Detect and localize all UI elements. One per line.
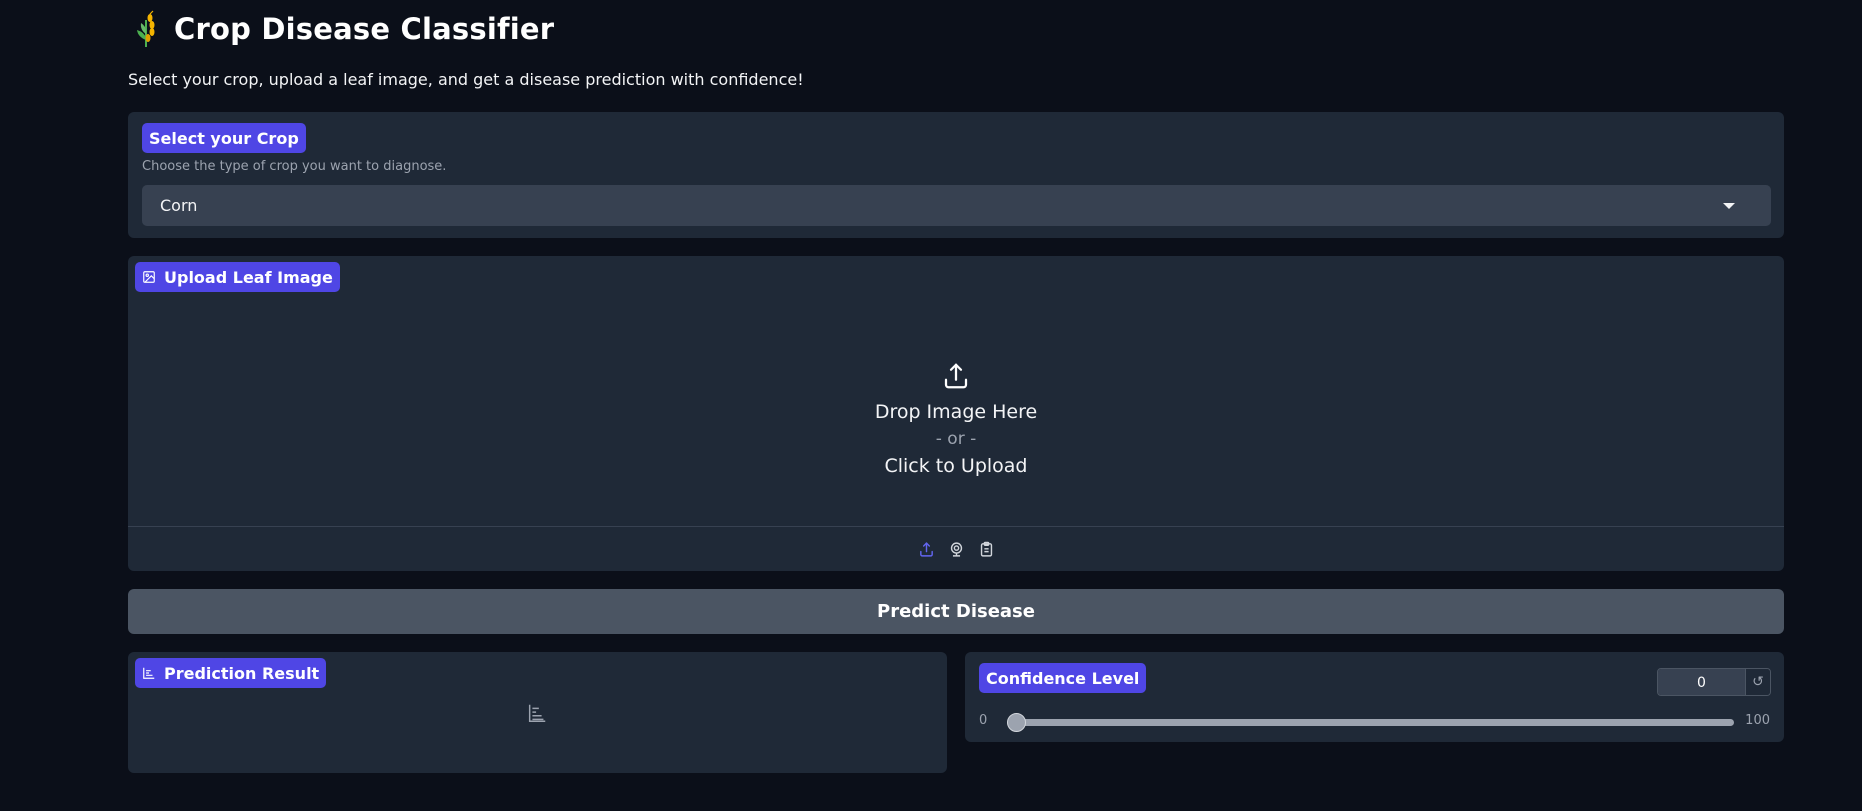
result-placeholder: [526, 702, 548, 728]
wheat-icon: [137, 10, 155, 47]
crop-select-label: Select your Crop: [142, 123, 306, 153]
prediction-result-label-text: Prediction Result: [164, 663, 320, 683]
header: Crop Disease Classifier: [132, 10, 554, 48]
confidence-level-label: Confidence Level: [979, 663, 1147, 693]
drop-image-text: Drop Image Here: [874, 400, 1038, 423]
slider-max-label: 100: [1745, 713, 1770, 728]
app-page: Crop Disease Classifier Select your crop…: [0, 0, 1862, 811]
upload-icon: [944, 363, 968, 388]
prediction-result-panel: Prediction Result: [128, 652, 947, 773]
upload-source-toolbar: [128, 526, 1784, 571]
page-title: Crop Disease Classifier: [174, 12, 555, 46]
drop-or-text: - or -: [935, 428, 977, 449]
image-icon: [143, 271, 155, 283]
image-upload-panel: Drop Image Here - or - Click to Upload U…: [128, 256, 1784, 571]
confidence-level-panel: Confidence Level ↺ 0 100: [965, 652, 1784, 742]
predict-disease-button[interactable]: Predict Disease: [128, 589, 1784, 634]
crop-select-info: Choose the type of crop you want to diag…: [142, 159, 447, 174]
confidence-number-input[interactable]: [1658, 669, 1745, 695]
upload-source-button[interactable]: [917, 541, 935, 559]
confidence-number-box: ↺: [1657, 668, 1771, 696]
crop-select-panel: Select your Crop Choose the type of crop…: [128, 112, 1784, 238]
webcam-source-button[interactable]: [947, 541, 965, 559]
bar-chart-icon: [528, 704, 546, 722]
page-subtitle: Select your crop, upload a leaf image, a…: [128, 70, 804, 89]
chevron-down-icon: [1723, 202, 1735, 209]
upload-icon: [919, 542, 933, 557]
confidence-slider[interactable]: [1007, 713, 1734, 732]
crop-dropdown-value: Corn: [160, 196, 198, 215]
bar-chart-icon: [143, 667, 155, 679]
click-to-upload-text: Click to Upload: [884, 454, 1028, 477]
clipboard-source-button[interactable]: [977, 541, 995, 559]
confidence-slider-thumb[interactable]: [1007, 713, 1026, 732]
image-dropzone[interactable]: Drop Image Here - or - Click to Upload: [128, 256, 1784, 526]
clipboard-icon: [980, 541, 992, 557]
reset-button[interactable]: ↺: [1745, 669, 1770, 695]
crop-dropdown[interactable]: Corn: [142, 185, 1771, 226]
slider-min-label: 0: [979, 713, 988, 728]
upload-label: Upload Leaf Image: [135, 262, 340, 292]
webcam-icon: [950, 542, 962, 557]
upload-label-text: Upload Leaf Image: [164, 267, 333, 287]
prediction-result-label: Prediction Result: [135, 658, 327, 688]
reset-icon: ↺: [1752, 674, 1764, 690]
